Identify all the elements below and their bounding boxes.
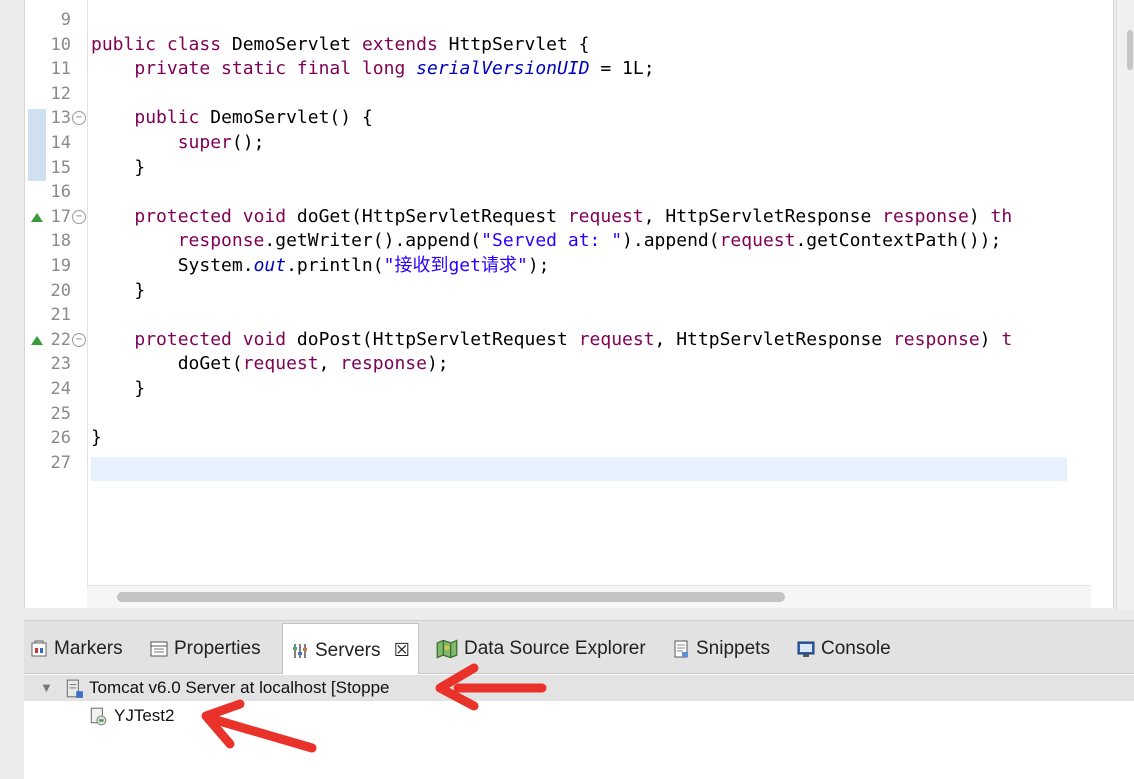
fold-toggle-icon[interactable]: − xyxy=(72,111,86,126)
markers-icon xyxy=(31,640,47,657)
annotation-arrow-server xyxy=(435,663,547,711)
line-number: 27 xyxy=(50,452,71,473)
fold-toggle-icon[interactable]: − xyxy=(72,209,86,224)
tab-snippets[interactable]: Snippets xyxy=(672,629,770,669)
line-number: 13 xyxy=(50,108,71,129)
line-number: 25 xyxy=(50,403,71,424)
code-line[interactable]: } xyxy=(91,426,102,450)
override-marker-icon xyxy=(31,212,43,222)
code-line[interactable]: } xyxy=(91,156,145,180)
line-number: 12 xyxy=(50,83,71,104)
vertical-scrollbar-thumb[interactable] xyxy=(1127,30,1133,70)
line-number: 10 xyxy=(50,34,71,55)
code-line[interactable]: System.out.println("接收到get请求"); xyxy=(91,254,550,278)
server-row[interactable]: ▼ Tomcat v6.0 Server at localhost [Stopp… xyxy=(24,675,1134,701)
tab-console[interactable]: Console xyxy=(797,629,891,669)
code-editor[interactable]: 9 10 11 12 13−14 15 16 17−18 19 20 21 22−23 24 25 26 27… xyxy=(24,0,1114,608)
code-line[interactable]: } xyxy=(91,377,145,401)
line-number: 19 xyxy=(50,256,71,276)
data-source-icon xyxy=(436,639,458,659)
code-line[interactable]: doGet(request, response); xyxy=(91,352,449,376)
tab-servers[interactable]: Servers ☒ xyxy=(282,623,419,674)
line-number: 21 xyxy=(50,305,71,326)
line-number-gutter: 9 10 11 12 13−14 15 16 17−18 19 20 21 22−23 24 25 26 27 xyxy=(25,0,88,585)
project-label: YJTest2 xyxy=(114,706,175,725)
annotation-arrow-project xyxy=(201,699,317,753)
override-marker-icon xyxy=(31,335,43,345)
code-line[interactable]: public DemoServlet() { xyxy=(91,106,372,130)
code-line[interactable]: } xyxy=(91,279,145,303)
code-line[interactable]: public class DemoServlet extends HttpSer… xyxy=(91,33,590,57)
code-area[interactable]: public class DemoServlet extends HttpSer… xyxy=(91,0,1067,585)
code-line[interactable]: protected void doGet(HttpServletRequest … xyxy=(91,205,1012,229)
current-line-highlight xyxy=(91,457,1067,481)
tab-markers-label: Markers xyxy=(54,638,123,659)
line-number: 9 xyxy=(60,10,71,30)
tab-servers-label: Servers xyxy=(315,640,381,661)
line-number: 16 xyxy=(50,182,71,203)
properties-icon xyxy=(150,641,168,657)
line-number: 14 xyxy=(50,133,71,153)
horizontal-scrollbar[interactable] xyxy=(87,585,1091,608)
code-line[interactable]: response.getWriter().append("Served at: … xyxy=(91,229,1002,253)
tab-properties-label: Properties xyxy=(174,638,261,659)
code-line[interactable]: super(); xyxy=(91,131,265,155)
tomcat-server-icon xyxy=(66,679,83,698)
line-number: 24 xyxy=(50,379,71,399)
line-number: 26 xyxy=(50,428,71,449)
line-number: 18 xyxy=(50,231,71,252)
console-icon xyxy=(797,641,815,657)
tab-markers[interactable]: Markers xyxy=(30,629,123,669)
line-number: 11 xyxy=(50,59,71,80)
servers-icon xyxy=(293,643,307,658)
line-number: 23 xyxy=(50,354,71,375)
vertical-scrollbar[interactable] xyxy=(1116,0,1134,610)
horizontal-scrollbar-thumb[interactable] xyxy=(117,592,785,602)
line-number: 20 xyxy=(50,280,71,301)
close-icon[interactable]: ☒ xyxy=(394,640,410,660)
code-line[interactable]: private static final long serialVersionU… xyxy=(91,57,654,81)
tab-data-source-label: Data Source Explorer xyxy=(464,638,646,659)
line-number: 15 xyxy=(50,157,71,178)
expand-triangle-icon[interactable]: ▼ xyxy=(40,675,53,701)
tab-console-label: Console xyxy=(821,638,891,659)
panel-tab-bar: Markers Properties Servers ☒ Data Source… xyxy=(24,621,1134,674)
snippets-icon xyxy=(674,640,688,658)
tab-snippets-label: Snippets xyxy=(696,638,770,659)
servers-panel: Markers Properties Servers ☒ Data Source… xyxy=(24,620,1134,779)
tab-properties[interactable]: Properties xyxy=(150,629,261,669)
project-module-icon xyxy=(90,707,107,726)
code-line[interactable]: protected void doPost(HttpServletRequest… xyxy=(91,328,1012,352)
fold-toggle-icon[interactable]: − xyxy=(72,332,86,347)
